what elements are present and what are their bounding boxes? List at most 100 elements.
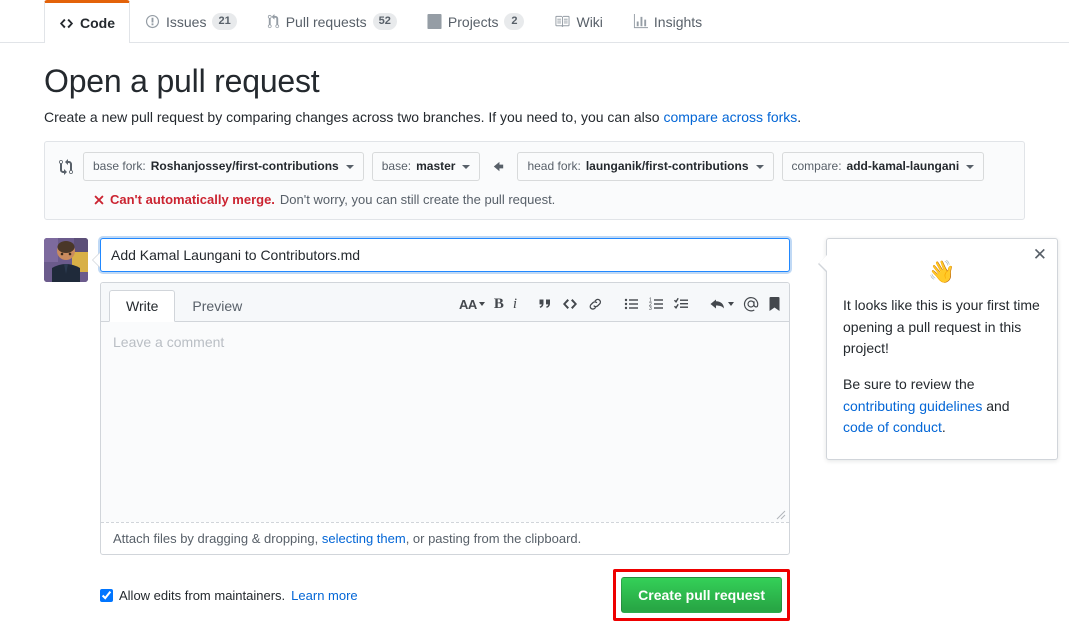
italic-icon[interactable]: i — [513, 295, 517, 313]
editor-tabs: Write Preview — [109, 290, 259, 321]
nav-tab-projects[interactable]: Projects 2 — [412, 0, 540, 42]
chevron-down-icon — [346, 165, 354, 169]
base-branch-select[interactable]: base: master — [372, 152, 481, 181]
wave-emoji-icon: 👋 — [843, 261, 1041, 283]
project-icon — [427, 14, 442, 29]
nav-tab-insights[interactable]: Insights — [618, 0, 717, 42]
svg-text:3: 3 — [649, 306, 652, 312]
nav-tab-label: Projects — [448, 14, 499, 30]
link-icon[interactable] — [587, 295, 604, 313]
popover-p2-after: . — [942, 419, 946, 435]
base-fork-label: base fork: — [93, 157, 146, 176]
comment-card: Write Preview AA B i — [100, 238, 790, 627]
head-fork-value: launganik/first-contributions — [586, 157, 749, 176]
contributing-guidelines-link[interactable]: contributing guidelines — [843, 398, 982, 414]
compare-across-forks-link[interactable]: compare across forks — [663, 109, 797, 125]
allow-edits-row[interactable]: Allow edits from maintainers. Learn more — [100, 588, 358, 603]
branch-selector-box: base fork: Roshanjossey/first-contributi… — [44, 141, 1025, 220]
submit-highlight-box: Create pull request — [613, 569, 790, 621]
tab-preview[interactable]: Preview — [175, 290, 259, 322]
nav-tab-label: Issues — [166, 14, 206, 30]
chevron-down-icon — [462, 165, 470, 169]
base-branch-value: master — [416, 157, 455, 176]
comment-editor: Write Preview AA B i — [100, 282, 790, 555]
page-title: Open a pull request — [44, 61, 1025, 101]
ordered-list-icon[interactable]: 123 — [649, 295, 665, 313]
merge-status-note: Can't automatically merge. Don't worry, … — [59, 192, 1010, 207]
nav-tab-label: Insights — [654, 14, 702, 30]
head-fork-select[interactable]: head fork: launganik/first-contributions — [517, 152, 773, 181]
task-list-icon[interactable] — [674, 295, 690, 313]
compare-branch-select[interactable]: compare: add-kamal-laungani — [782, 152, 985, 181]
merge-status-strong: Can't automatically merge. — [110, 192, 275, 207]
nav-tab-issues[interactable]: Issues 21 — [130, 0, 252, 42]
popover-paragraph-2: Be sure to review the contributing guide… — [843, 374, 1041, 439]
close-icon[interactable]: ✕ — [1033, 247, 1047, 264]
arrow-left-icon — [488, 159, 509, 174]
chevron-down-icon — [966, 165, 974, 169]
popover-paragraph-1: It looks like this is your first time op… — [843, 295, 1041, 360]
tab-write[interactable]: Write — [109, 290, 175, 322]
compare-branch-label: compare: — [792, 157, 842, 176]
tool-group-extras — [710, 295, 781, 313]
attach-text-before: Attach files by dragging & dropping, — [113, 531, 322, 546]
compare-branch-value: add-kamal-laungani — [847, 157, 960, 176]
nav-tab-code[interactable]: Code — [44, 0, 130, 43]
attach-files-bar: Attach files by dragging & dropping, sel… — [101, 522, 789, 554]
formatting-tools: AA B i — [459, 295, 781, 321]
pull-requests-count-badge: 52 — [373, 13, 397, 31]
form-footer: Allow edits from maintainers. Learn more… — [100, 569, 790, 627]
code-icon[interactable] — [562, 295, 578, 313]
nav-tab-wiki[interactable]: Wiki — [539, 0, 617, 42]
reply-icon[interactable] — [710, 295, 734, 313]
subtitle-period: . — [797, 109, 801, 125]
pull-request-title-input[interactable] — [100, 238, 790, 272]
subtitle-text: Create a new pull request by comparing c… — [44, 109, 663, 125]
graph-icon — [633, 14, 648, 29]
nav-tab-label: Wiki — [576, 14, 602, 30]
comment-textarea[interactable] — [101, 322, 789, 522]
unordered-list-icon[interactable] — [624, 295, 640, 313]
branch-selector-row: base fork: Roshanjossey/first-contributi… — [59, 152, 1010, 181]
heading-icon[interactable]: AA — [459, 295, 485, 313]
head-fork-label: head fork: — [527, 157, 580, 176]
learn-more-link[interactable]: Learn more — [291, 588, 357, 603]
tool-group-lists: 123 — [624, 295, 690, 313]
code-of-conduct-link[interactable]: code of conduct — [843, 419, 942, 435]
comment-body — [101, 322, 789, 522]
tool-group-text: AA B i — [459, 295, 517, 313]
x-icon — [93, 193, 105, 207]
allow-edits-label: Allow edits from maintainers. — [119, 588, 285, 603]
selecting-them-link[interactable]: selecting them — [322, 531, 406, 546]
user-avatar[interactable] — [44, 238, 88, 282]
pull-request-form: Write Preview AA B i — [44, 238, 1025, 627]
popover-p2-before: Be sure to review the — [843, 376, 975, 392]
git-pull-request-icon — [267, 14, 280, 29]
saved-replies-icon[interactable] — [768, 295, 781, 313]
first-time-popover: ✕ 👋 It looks like this is your first tim… — [826, 238, 1058, 460]
page-content: Open a pull request Create a new pull re… — [0, 43, 1069, 627]
allow-edits-checkbox[interactable] — [100, 589, 113, 602]
base-branch-label: base: — [382, 157, 411, 176]
code-icon — [59, 16, 74, 31]
issue-opened-icon — [145, 14, 160, 29]
repository-nav: Code Issues 21 Pull requests 52 Projects… — [0, 0, 1069, 43]
base-fork-select[interactable]: base fork: Roshanjossey/first-contributi… — [83, 152, 364, 181]
popover-p2-mid: and — [982, 398, 1009, 414]
issues-count-badge: 21 — [212, 13, 236, 31]
bold-icon[interactable]: B — [494, 295, 504, 313]
projects-count-badge: 2 — [504, 13, 524, 31]
nav-tab-label: Pull requests — [286, 14, 367, 30]
quote-icon[interactable] — [537, 295, 553, 313]
nav-tab-pull-requests[interactable]: Pull requests 52 — [252, 0, 412, 42]
mention-icon[interactable] — [743, 295, 759, 313]
merge-status-rest: Don't worry, you can still create the pu… — [280, 192, 555, 207]
page-subtitle: Create a new pull request by comparing c… — [44, 109, 1025, 125]
attach-text-after: , or pasting from the clipboard. — [406, 531, 582, 546]
book-icon — [554, 14, 570, 29]
nav-tab-label: Code — [80, 15, 115, 31]
base-fork-value: Roshanjossey/first-contributions — [151, 157, 339, 176]
avatar-image — [44, 238, 88, 282]
create-pull-request-button[interactable]: Create pull request — [621, 577, 782, 613]
git-compare-icon — [59, 159, 73, 175]
